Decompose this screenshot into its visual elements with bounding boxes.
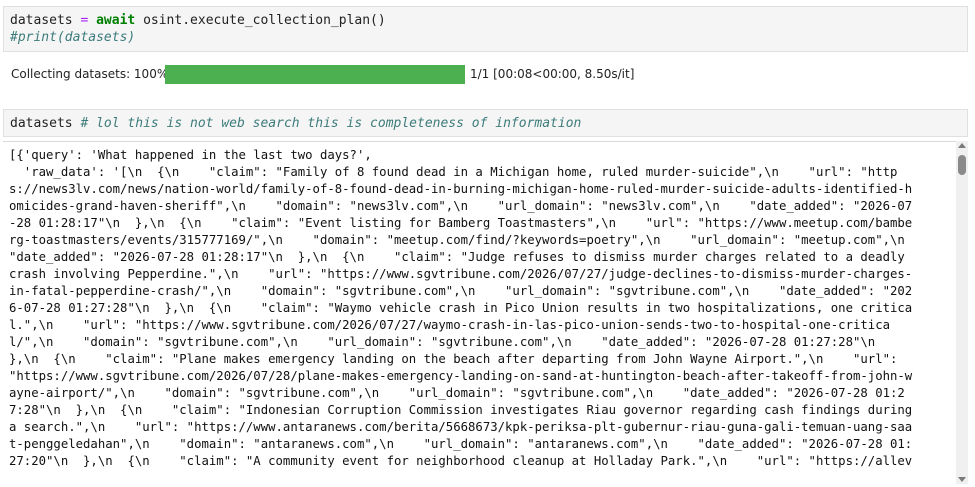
code-target-variable: datasets xyxy=(10,13,73,28)
progress-bar xyxy=(165,65,465,84)
output-scrollbar[interactable] xyxy=(956,141,968,484)
code-target-variable: datasets xyxy=(10,116,73,131)
progress-label: Collecting datasets: 100% xyxy=(11,67,169,81)
code-cell-2-source[interactable]: datasets # lol this is not web search th… xyxy=(4,110,967,137)
output-line: in-fatal-pepperdine-crash/",\n "domain":… xyxy=(9,284,913,298)
cell-output-area[interactable]: [{'query': 'What happened in the last tw… xyxy=(3,141,956,485)
output-text: [{'query': 'What happened in the last tw… xyxy=(3,142,956,470)
code-comment: # lol this is not web search this is com… xyxy=(80,116,582,131)
output-line: crash involving Pepperdine.",\n "url": "… xyxy=(9,267,913,281)
output-line: -28 01:28:17"\n },\n {\n "claim": "Event… xyxy=(9,216,913,230)
output-line: s://news3lv.com/news/nation-world/family… xyxy=(9,182,913,196)
output-line: 6-07-28 01:27:28"\n },\n {\n "claim": "W… xyxy=(9,301,913,315)
scroll-down-arrow-icon[interactable] xyxy=(958,477,966,482)
output-line: a search.",\n "url": "https://www.antara… xyxy=(9,420,913,434)
output-line: 'raw_data': '[\n {\n "claim": "Family of… xyxy=(9,165,898,179)
output-line: 27:20"\n },\n {\n "claim": "A community … xyxy=(9,454,913,468)
code-equals-operator: = xyxy=(80,13,89,28)
output-line: l/",\n "domain": "sgvtribune.com",\n "ur… xyxy=(9,335,876,349)
output-line: omicides-grand-haven-sheriff",\n "domain… xyxy=(9,199,913,213)
code-comment: #print(datasets) xyxy=(10,30,136,45)
scroll-up-arrow-icon[interactable] xyxy=(958,143,966,148)
output-line: rg-toastmasters/events/315777169/",\n "d… xyxy=(9,233,905,247)
output-line: 7:28"\n },\n {\n "claim": "Indonesian Co… xyxy=(9,403,913,417)
output-line: "https://www.sgvtribune.com/2026/07/28/p… xyxy=(9,369,913,383)
code-function-call: osint.execute_collection_plan() xyxy=(135,13,386,28)
output-line: "date_added": "2026-07-28 01:28:17"\n },… xyxy=(9,250,905,264)
code-cell-1-source[interactable]: datasets = await osint.execute_collectio… xyxy=(4,7,967,51)
output-line: t-penggeledahan",\n "domain": "antaranew… xyxy=(9,437,913,451)
progress-output: Collecting datasets: 100% 1/1 [00:08<00:… xyxy=(11,64,711,84)
code-cell-2[interactable]: datasets # lol this is not web search th… xyxy=(3,109,968,137)
scrollbar-thumb[interactable] xyxy=(958,155,966,175)
output-line: l.",\n "url": "https://www.sgvtribune.co… xyxy=(9,318,890,332)
code-cell-1[interactable]: datasets = await osint.execute_collectio… xyxy=(3,6,968,52)
output-line: [{'query': 'What happened in the last tw… xyxy=(9,148,372,162)
progress-stats: 1/1 [00:08<00:00, 8.50s/it] xyxy=(470,67,635,81)
output-line: },\n {\n "claim": "Plane makes emergency… xyxy=(9,352,898,366)
output-line: ayne-airport/",\n "domain": "sgvtribune.… xyxy=(9,386,905,400)
code-await-keyword: await xyxy=(96,13,136,28)
progress-bar-fill xyxy=(165,65,465,84)
